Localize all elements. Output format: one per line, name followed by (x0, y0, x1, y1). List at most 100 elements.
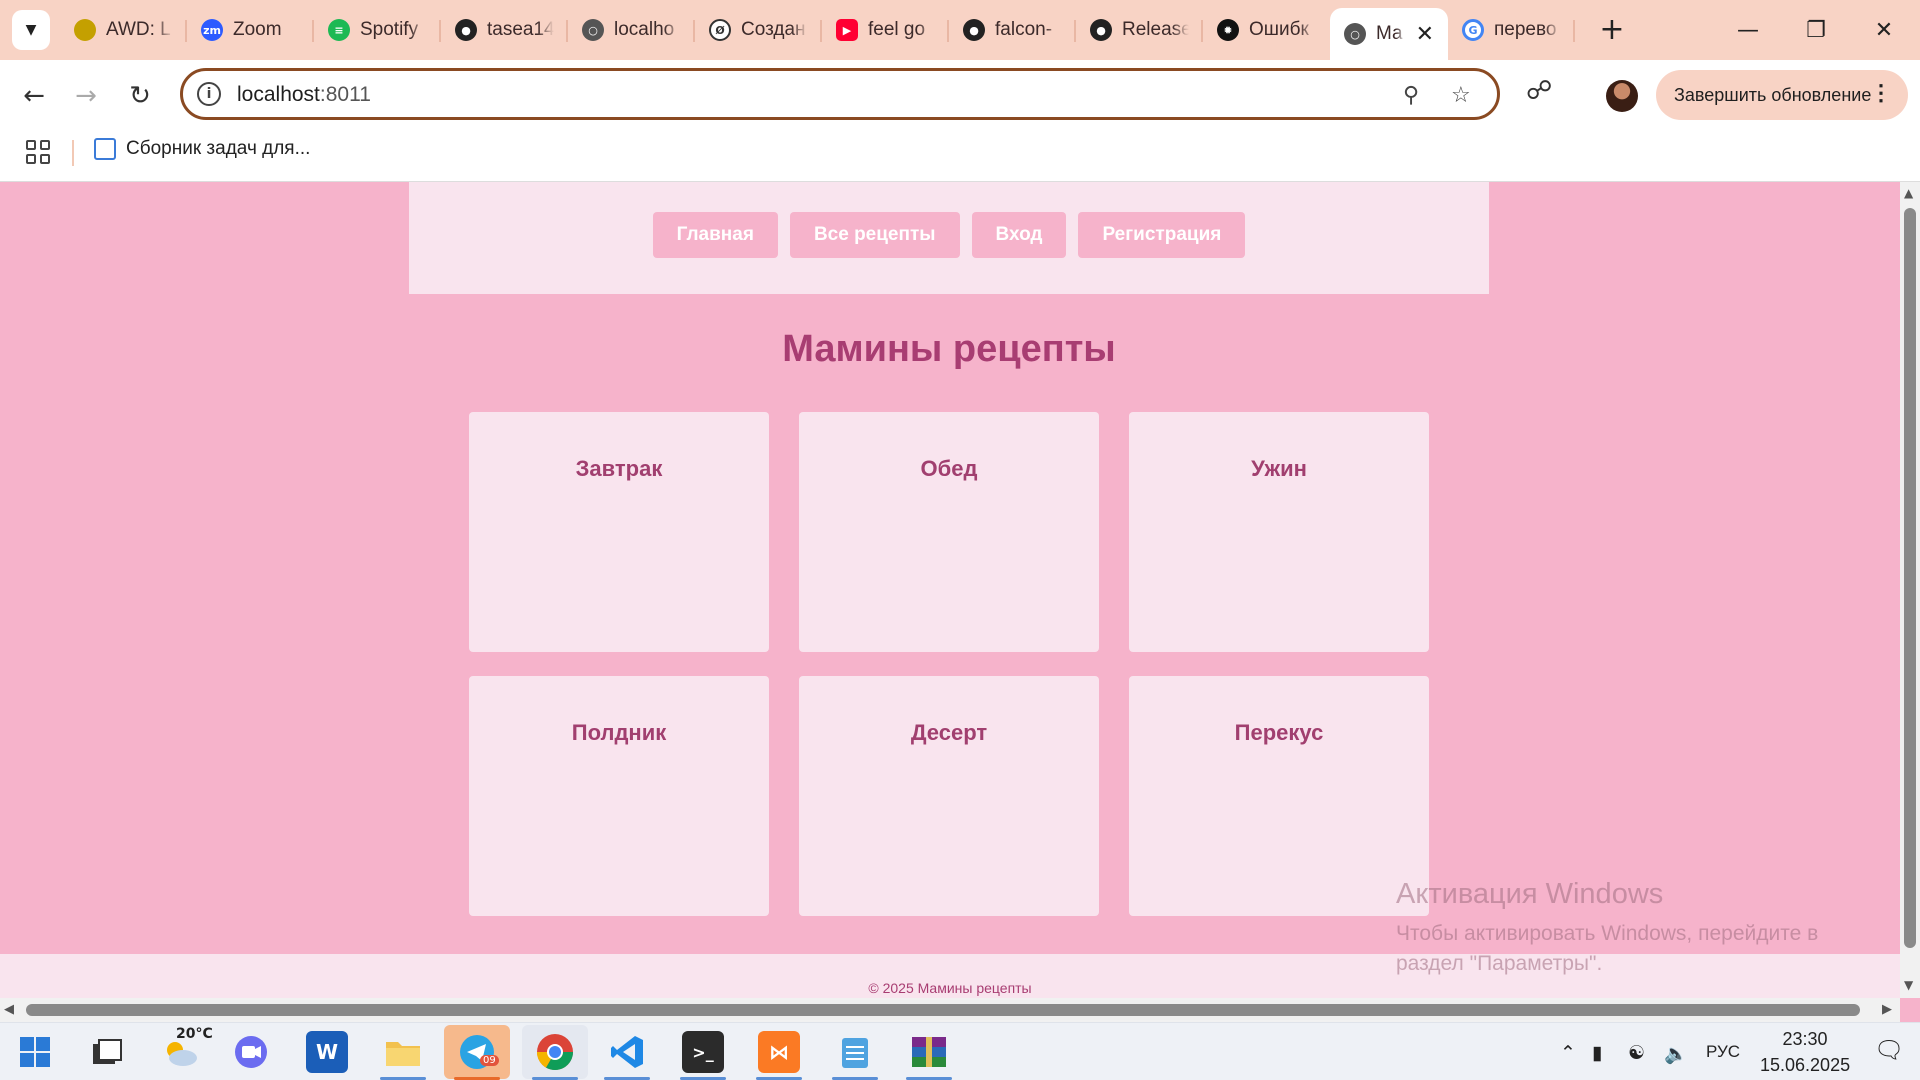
google-icon: G (1462, 19, 1484, 41)
horizontal-scroll-thumb[interactable] (26, 1004, 1860, 1016)
zoom-icon: zm (201, 19, 223, 41)
nav-all-recipes-link[interactable]: Все рецепты (789, 212, 960, 258)
scroll-up-icon[interactable]: ▲ (1904, 186, 1913, 200)
horizontal-scrollbar[interactable]: ◀ ▶ (0, 998, 1900, 1022)
tab-github-tasea[interactable]: ● tasea14 (441, 8, 568, 52)
finish-update-button[interactable]: Завершить обновление ⋮ (1656, 70, 1908, 120)
watermark-text: Чтобы активировать Windows, перейдите в … (1396, 922, 1819, 975)
weather-temperature: 20°C (176, 1026, 213, 1042)
tab-label: tasea14 (487, 19, 554, 40)
notifications-icon[interactable]: 🗨 (1874, 1036, 1904, 1065)
tab-label: Ошибк (1249, 19, 1309, 40)
minimize-button[interactable]: — (1718, 8, 1778, 52)
site-header: Главная Все рецепты Вход Регистрация (409, 182, 1489, 294)
nav-register-link[interactable]: Регистрация (1078, 212, 1246, 258)
tab-label: Spotify (360, 19, 419, 40)
telegram-badge: 09 (480, 1055, 499, 1066)
extensions-icon[interactable]: ☍ (1526, 76, 1552, 106)
awd-icon (74, 19, 96, 41)
restore-button[interactable]: ❐ (1786, 8, 1846, 52)
telegram-icon[interactable] (456, 1031, 498, 1073)
site-info-icon[interactable]: i (197, 82, 221, 106)
vertical-scroll-thumb[interactable] (1904, 208, 1916, 948)
avatar[interactable] (1606, 80, 1638, 112)
apps-grid-icon[interactable] (26, 140, 50, 164)
system-clock[interactable]: 23:30 15.06.2025 (1760, 1026, 1850, 1078)
task-view-icon[interactable] (86, 1031, 128, 1073)
volume-icon[interactable]: 🔈 (1664, 1042, 1688, 1066)
video-chat-icon[interactable] (230, 1031, 272, 1073)
update-label: Завершить обновление (1674, 84, 1872, 105)
tab-active-recipes[interactable]: ○ Ма ✕ (1330, 8, 1448, 60)
tab-spotify[interactable]: ≡ Spotify (314, 8, 441, 52)
tab-chatgpt[interactable]: ✹ Ошибк (1203, 8, 1330, 52)
scroll-right-icon[interactable]: ▶ (1882, 1002, 1892, 1017)
title-bar: ▼ AWD: L zm Zoom ≡ Spotify ● tasea14 ○ l… (0, 0, 1920, 60)
tab-google-translate[interactable]: G перево (1448, 8, 1575, 52)
page-viewport: Главная Все рецепты Вход Регистрация Мам… (0, 182, 1900, 998)
star-icon[interactable]: ☆ (1451, 83, 1471, 108)
battery-icon[interactable]: ▮ (1592, 1042, 1602, 1065)
tab-label: AWD: L (106, 19, 171, 40)
url-text[interactable]: localhost:8011 (237, 83, 371, 107)
tab-label: feel go (868, 19, 926, 40)
globe-icon: ○ (582, 19, 604, 41)
notepad-icon[interactable] (834, 1031, 876, 1073)
tab-strip: AWD: L zm Zoom ≡ Spotify ● tasea14 ○ loc… (60, 8, 1575, 60)
scroll-left-icon[interactable]: ◀ (4, 1002, 14, 1017)
tab-label: falcon- (995, 19, 1053, 40)
tab-label: Ма (1376, 23, 1403, 44)
github-icon: ● (1090, 19, 1112, 41)
wifi-icon[interactable]: ☯ (1628, 1042, 1645, 1065)
vertical-scrollbar[interactable]: ▲ ▼ (1900, 182, 1920, 998)
openai-like-icon: Ø (709, 19, 731, 41)
address-bar[interactable]: i localhost:8011 ⚲ ☆ (180, 68, 1500, 120)
category-card-breakfast[interactable]: Завтрак (469, 412, 769, 652)
vscode-icon[interactable] (606, 1031, 648, 1073)
nav-home-link[interactable]: Главная (652, 212, 778, 258)
bookmark-item[interactable]: Сборник задач для... (94, 138, 310, 160)
tab-awd[interactable]: AWD: L (60, 8, 187, 52)
tab-label: Создан (741, 19, 806, 40)
nav-login-link[interactable]: Вход (971, 212, 1067, 258)
tab-youtube[interactable]: ▶ feel go (822, 8, 949, 52)
reload-button[interactable]: ↻ (120, 76, 160, 116)
tab-label: перево (1494, 19, 1557, 40)
terminal-icon[interactable]: >_ (682, 1031, 724, 1073)
spotify-icon: ≡ (328, 19, 350, 41)
forward-button[interactable]: → (66, 76, 106, 116)
category-card-dinner[interactable]: Ужин (1129, 412, 1429, 652)
new-tab-button[interactable]: + (1594, 12, 1630, 47)
watermark-title: Активация Windows (1396, 878, 1664, 910)
tab-search-button[interactable]: ▼ (12, 10, 50, 50)
bookmarks-bar: Сборник задач для... (0, 128, 1920, 182)
youtube-icon: ▶ (836, 19, 858, 41)
clock-date: 15.06.2025 (1760, 1055, 1851, 1075)
zoom-icon[interactable]: ⚲ (1403, 83, 1419, 108)
page-title: Мамины рецепты (782, 328, 1116, 370)
input-language[interactable]: РУС (1706, 1042, 1740, 1062)
github-icon: ● (963, 19, 985, 41)
tab-localhost[interactable]: ○ localho (568, 8, 695, 52)
windows-start-icon[interactable] (14, 1031, 56, 1073)
category-card-lunch[interactable]: Обед (799, 412, 1099, 652)
close-window-button[interactable]: ✕ (1854, 8, 1914, 52)
tab-zoom[interactable]: zm Zoom (187, 8, 314, 52)
file-explorer-icon[interactable] (382, 1031, 424, 1073)
chrome-icon[interactable] (534, 1031, 576, 1073)
close-icon[interactable]: ✕ (1416, 22, 1434, 47)
bookmark-label: Сборник задач для... (126, 138, 311, 159)
tab-label: localho (614, 19, 675, 40)
show-hidden-icons-icon[interactable]: ⌃ (1560, 1042, 1576, 1065)
category-card-afternoon-snack[interactable]: Полдник (469, 676, 769, 916)
category-card-dessert[interactable]: Десерт (799, 676, 1099, 916)
tab-github-falcon[interactable]: ● falcon- (949, 8, 1076, 52)
category-card-snack[interactable]: Перекус (1129, 676, 1429, 916)
xampp-icon[interactable]: ⋈ (758, 1031, 800, 1073)
word-icon[interactable]: W (306, 1031, 348, 1073)
scroll-down-icon[interactable]: ▼ (1904, 978, 1913, 992)
tab-create[interactable]: Ø Создан (695, 8, 822, 52)
tab-github-release[interactable]: ● Release (1076, 8, 1203, 52)
back-button[interactable]: ← (14, 76, 54, 116)
winrar-icon[interactable] (908, 1031, 950, 1073)
